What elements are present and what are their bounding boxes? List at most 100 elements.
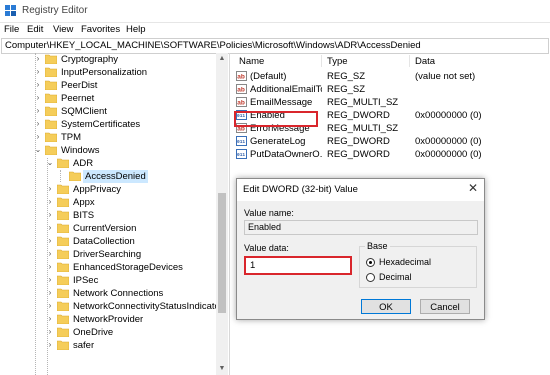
registry-editor-icon bbox=[5, 5, 16, 16]
value-data-label: Value data: bbox=[244, 243, 289, 253]
chevron-right-icon[interactable]: › bbox=[46, 301, 54, 311]
chevron-right-icon[interactable]: › bbox=[34, 132, 42, 142]
svg-text:011: 011 bbox=[237, 139, 245, 145]
value-name: GenerateLog bbox=[250, 136, 306, 147]
chevron-right-icon[interactable]: › bbox=[46, 288, 54, 298]
chevron-right-icon[interactable]: › bbox=[34, 54, 42, 64]
dword-value-icon: 011 bbox=[236, 136, 247, 146]
tree-scrollbar[interactable]: ▲ ▼ bbox=[216, 53, 228, 375]
menu-help[interactable]: Help bbox=[126, 24, 146, 35]
folder-icon bbox=[45, 54, 57, 64]
chevron-right-icon[interactable]: › bbox=[46, 314, 54, 324]
tree-item-label: NetworkProvider bbox=[73, 314, 144, 325]
chevron-right-icon[interactable]: › bbox=[34, 106, 42, 116]
decimal-radio[interactable] bbox=[366, 273, 375, 282]
menu-file[interactable]: File bbox=[4, 24, 19, 35]
column-separator[interactable] bbox=[321, 55, 322, 67]
address-bar[interactable]: Computer\HKEY_LOCAL_MACHINE\SOFTWARE\Pol… bbox=[1, 38, 549, 54]
folder-icon bbox=[45, 80, 57, 90]
column-separator[interactable] bbox=[409, 55, 410, 67]
address-path: Computer\HKEY_LOCAL_MACHINE\SOFTWARE\Pol… bbox=[5, 40, 421, 51]
chevron-right-icon[interactable]: › bbox=[34, 67, 42, 77]
value-data-input[interactable]: 1 bbox=[244, 256, 352, 275]
folder-icon bbox=[45, 106, 57, 116]
value-row[interactable]: 011 PutDataOwnerO... REG_DWORD 0x00000000 (… bbox=[231, 148, 550, 161]
value-type: REG_SZ bbox=[327, 84, 366, 95]
tree-item-label: BITS bbox=[73, 210, 95, 221]
hexadecimal-label[interactable]: Hexadecimal bbox=[379, 257, 431, 267]
folder-icon bbox=[57, 314, 69, 324]
value-type: REG_DWORD bbox=[327, 149, 390, 160]
chevron-right-icon[interactable]: › bbox=[46, 249, 54, 259]
svg-text:ab: ab bbox=[237, 74, 245, 81]
column-header-type[interactable]: Type bbox=[327, 56, 348, 67]
tree-item-label: TPM bbox=[61, 132, 82, 143]
cancel-button[interactable]: Cancel bbox=[420, 299, 470, 314]
value-type: REG_SZ bbox=[327, 71, 366, 82]
chevron-right-icon[interactable]: › bbox=[46, 236, 54, 246]
chevron-down-icon[interactable]: ⌄ bbox=[34, 145, 42, 155]
folder-icon bbox=[57, 327, 69, 337]
chevron-right-icon[interactable]: › bbox=[46, 184, 54, 194]
window-title: Registry Editor bbox=[22, 5, 88, 16]
value-name: AdditionalEmailTo bbox=[250, 84, 322, 95]
value-row[interactable]: ab (Default) REG_SZ (value not set) bbox=[231, 70, 550, 83]
menu-favorites[interactable]: Favorites bbox=[81, 24, 120, 35]
folder-icon bbox=[57, 249, 69, 259]
value-row[interactable]: 011 GenerateLog REG_DWORD 0x00000000 (0) bbox=[231, 135, 550, 148]
menu-edit[interactable]: Edit bbox=[27, 24, 43, 35]
value-type: REG_MULTI_SZ bbox=[327, 123, 399, 134]
close-icon[interactable]: ✕ bbox=[468, 181, 478, 195]
value-data: 0x00000000 (0) bbox=[415, 149, 482, 160]
chevron-right-icon[interactable]: › bbox=[46, 223, 54, 233]
folder-icon bbox=[57, 262, 69, 272]
folder-open-icon bbox=[45, 145, 57, 155]
dword-value-icon: 011 bbox=[236, 149, 247, 159]
decimal-label[interactable]: Decimal bbox=[379, 272, 412, 282]
scroll-down-arrow[interactable]: ▼ bbox=[216, 363, 228, 375]
chevron-right-icon[interactable]: › bbox=[46, 262, 54, 272]
value-type: REG_MULTI_SZ bbox=[327, 97, 399, 108]
value-name-label: Value name: bbox=[244, 208, 294, 218]
tree-item-label: NetworkConnectivityStatusIndicator bbox=[73, 301, 223, 312]
chevron-right-icon[interactable]: › bbox=[46, 210, 54, 220]
chevron-right-icon[interactable]: › bbox=[34, 119, 42, 129]
folder-icon bbox=[57, 301, 69, 311]
value-data: (value not set) bbox=[415, 71, 476, 82]
tree-guide bbox=[60, 170, 61, 182]
tree-item-label: Peernet bbox=[61, 93, 95, 104]
chevron-down-icon[interactable]: ⌄ bbox=[46, 158, 54, 168]
value-row[interactable]: ab AdditionalEmailTo REG_SZ bbox=[231, 83, 550, 96]
tree-item-label: safer bbox=[73, 340, 95, 351]
tree-item-label: InputPersonalization bbox=[61, 67, 148, 78]
hexadecimal-radio[interactable] bbox=[366, 258, 375, 267]
chevron-right-icon[interactable]: › bbox=[34, 80, 42, 90]
folder-icon bbox=[57, 340, 69, 350]
value-data: 0x00000000 (0) bbox=[415, 136, 482, 147]
string-value-icon: ab bbox=[236, 71, 247, 81]
chevron-right-icon[interactable]: › bbox=[46, 327, 54, 337]
chevron-right-icon[interactable]: › bbox=[46, 197, 54, 207]
scroll-thumb[interactable] bbox=[218, 193, 226, 313]
scroll-up-arrow[interactable]: ▲ bbox=[216, 53, 228, 65]
chevron-right-icon[interactable]: › bbox=[34, 93, 42, 103]
key-tree: › Cryptography › InputPersonalization › PeerD… bbox=[0, 53, 230, 375]
value-row[interactable]: ab EmailMessage REG_MULTI_SZ bbox=[231, 96, 550, 109]
menu-view[interactable]: View bbox=[53, 24, 73, 35]
value-type: REG_DWORD bbox=[327, 110, 390, 121]
folder-icon bbox=[57, 223, 69, 233]
chevron-right-icon[interactable]: › bbox=[46, 340, 54, 350]
base-label: Base bbox=[365, 241, 390, 251]
tree-item-label: DataCollection bbox=[73, 236, 135, 247]
column-header-name[interactable]: Name bbox=[239, 56, 264, 67]
tree-item-label: IPSec bbox=[73, 275, 99, 286]
tree-item-label: DriverSearching bbox=[73, 249, 142, 260]
ok-button[interactable]: OK bbox=[361, 299, 411, 314]
value-name: PutDataOwnerO... bbox=[250, 149, 322, 160]
dialog-title: Edit DWORD (32-bit) Value bbox=[243, 184, 358, 195]
tree-item-label: AppPrivacy bbox=[73, 184, 122, 195]
tree-item-label: SystemCertificates bbox=[61, 119, 141, 130]
chevron-right-icon[interactable]: › bbox=[46, 275, 54, 285]
folder-icon bbox=[45, 67, 57, 77]
column-header-data[interactable]: Data bbox=[415, 56, 435, 67]
